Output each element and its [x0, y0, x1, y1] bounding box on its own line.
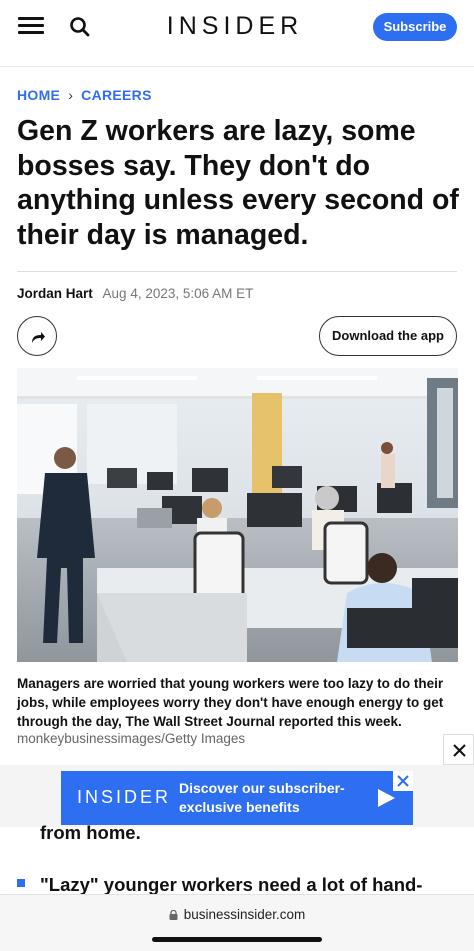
close-icon — [453, 744, 466, 757]
subscribe-button[interactable]: Subscribe — [373, 13, 457, 41]
breadcrumb: HOME › CAREERS — [17, 87, 152, 105]
url-text: businessinsider.com — [183, 907, 306, 922]
bullet-marker — [17, 879, 25, 887]
menu-icon[interactable] — [18, 17, 44, 35]
hero-image — [17, 368, 458, 662]
ad-text: Discover our subscriber-exclusive benefi… — [179, 780, 345, 815]
close-icon — [397, 775, 409, 787]
search-icon[interactable] — [69, 16, 91, 38]
ad-logo: INSIDER — [77, 787, 172, 807]
chevron-right-icon: › — [68, 87, 74, 103]
close-ad-button[interactable] — [443, 734, 474, 765]
byline: Jordan Hart Aug 4, 2023, 5:06 AM ET — [17, 286, 253, 301]
breadcrumb-home[interactable]: HOME — [17, 87, 60, 103]
home-indicator[interactable] — [152, 937, 322, 942]
image-credit: monkeybusinessimages/Getty Images — [17, 731, 246, 746]
article-body-fragment: from home. — [40, 822, 141, 843]
divider — [17, 271, 457, 272]
publish-date: Aug 4, 2023, 5:06 AM ET — [102, 286, 254, 301]
author-name[interactable]: Jordan Hart — [17, 286, 93, 301]
insider-logo[interactable]: INSIDER — [140, 12, 330, 41]
bullet-point-text: "Lazy" younger workers need a lot of han… — [40, 874, 423, 895]
lock-icon — [169, 910, 178, 920]
site-header: INSIDER Subscribe — [0, 0, 474, 67]
download-app-button[interactable]: Download the app — [319, 316, 457, 356]
url-display[interactable]: businessinsider.com — [0, 907, 474, 922]
share-button[interactable] — [17, 316, 57, 356]
breadcrumb-careers[interactable]: CAREERS — [81, 87, 152, 103]
share-arrow-icon — [32, 332, 45, 343]
article-headline: Gen Z workers are lazy, some bosses say.… — [17, 115, 459, 251]
image-caption: Managers are worried that young workers … — [17, 676, 444, 729]
subscriber-ad-banner[interactable]: INSIDER Discover our subscriber-exclusiv… — [61, 771, 413, 825]
browser-url-bar[interactable]: businessinsider.com — [0, 894, 474, 951]
ad-close-button[interactable] — [393, 771, 413, 791]
